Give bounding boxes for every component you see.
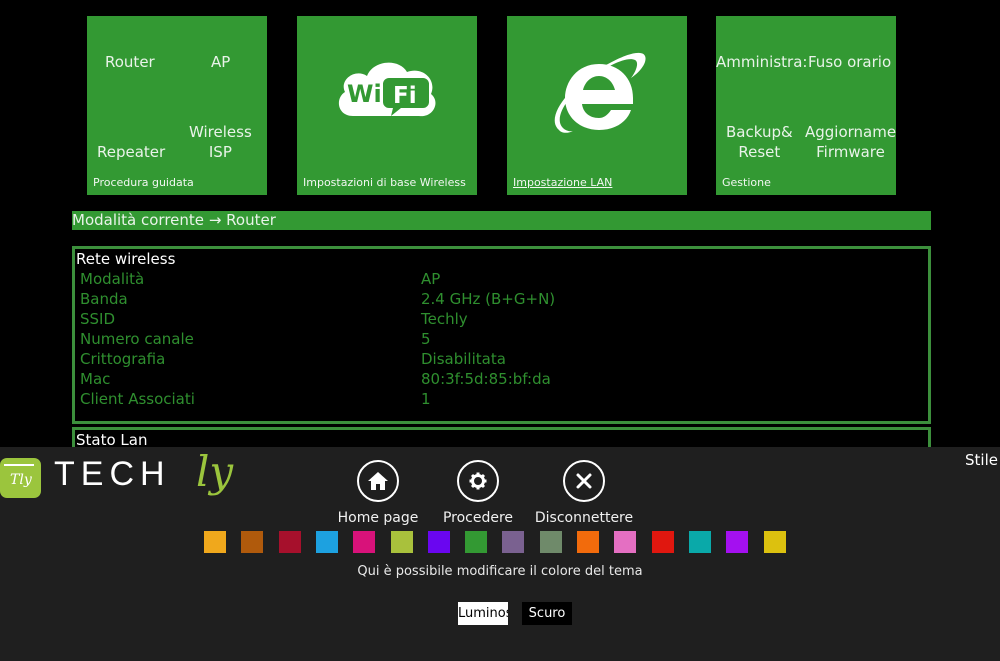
mode-label: Modalità corrente <box>72 211 205 229</box>
row-key: Numero canale <box>80 330 194 348</box>
row-value: Techly <box>421 310 468 328</box>
tile-caption: Gestione <box>722 176 771 189</box>
theme-color-swatch[interactable] <box>539 531 562 553</box>
theme-color-swatch[interactable] <box>278 531 301 553</box>
row-value: 5 <box>421 330 431 348</box>
style-dark-label: Scuro <box>528 606 566 621</box>
tile-caption-link[interactable]: Impostazione LAN <box>513 176 612 189</box>
logo-text: TECH <box>54 455 171 493</box>
logo-badge: Tly <box>0 458 41 498</box>
wizard-option-ap[interactable]: AP <box>211 52 230 72</box>
panel-title: Rete wireless <box>76 250 176 268</box>
home-icon <box>357 460 399 502</box>
theme-color-swatch[interactable] <box>726 531 749 553</box>
row-value: 2.4 GHz (B+G+N) <box>421 290 556 308</box>
wifi-icon: Wi Fi <box>338 62 436 117</box>
backup-line1: Backup& <box>726 123 793 141</box>
row-key: Mac <box>80 370 111 388</box>
style-heading: Stile <box>965 451 998 469</box>
tile-wizard[interactable]: Router AP Repeater Wireless ISP Procedur… <box>87 16 267 195</box>
wizard-option-wisp[interactable]: Wireless ISP <box>189 122 252 162</box>
mode-value: Router <box>226 211 276 229</box>
row-value: 80:3f:5d:85:bf:da <box>421 370 551 388</box>
home-page-button[interactable]: Home page <box>336 460 420 526</box>
wizard-option-router[interactable]: Router <box>105 52 155 72</box>
gear-icon <box>457 460 499 502</box>
theme-color-swatch[interactable] <box>614 531 637 553</box>
style-light-label: Luminoso <box>458 606 508 621</box>
backup-line2: Reset <box>738 143 781 161</box>
theme-hint-text: Qui è possibile modificare il colore del… <box>357 564 643 579</box>
wisp-line1: Wireless <box>189 123 252 141</box>
tile-caption: Procedura guidata <box>93 176 194 189</box>
wifi-text-wi: Wi <box>347 80 382 108</box>
row-key: SSID <box>80 310 116 328</box>
theme-color-swatch[interactable] <box>465 531 488 553</box>
tile-lan[interactable]: Impostazione LAN <box>507 16 687 195</box>
theme-bar: Tly TECH ly Home page Procedere Disconne… <box>0 447 1000 661</box>
theme-color-swatch[interactable] <box>651 531 674 553</box>
mgmt-option-backup[interactable]: Backup& Reset <box>726 122 793 162</box>
wisp-line2: ISP <box>208 143 232 161</box>
theme-color-swatch[interactable] <box>353 531 376 553</box>
status-row: SSID Techly <box>75 310 928 330</box>
theme-color-swatch[interactable] <box>577 531 599 553</box>
row-key: Banda <box>80 290 128 308</box>
proceed-button[interactable]: Procedere <box>440 460 516 526</box>
mgmt-option-timezone[interactable]: Fuso orario <box>808 52 891 72</box>
disconnect-button[interactable]: Disconnettere <box>532 460 636 526</box>
internet-explorer-icon <box>554 52 646 133</box>
status-row: Numero canale 5 <box>75 330 928 350</box>
style-dark-button[interactable]: Scuro <box>522 602 572 625</box>
proceed-label: Procedere <box>442 510 514 526</box>
status-row: Client Associati 1 <box>75 390 928 410</box>
status-row: Modalità AP <box>75 270 928 290</box>
logo-badge-text: Tly <box>10 472 32 488</box>
wireless-status-panel: Rete wireless Modalità AP Banda 2.4 GHz (B… <box>72 246 931 424</box>
mgmt-option-admin[interactable]: Amministra: <box>716 52 807 72</box>
techly-logo: Tly TECH ly <box>0 447 250 507</box>
row-key: Crittografia <box>80 350 166 368</box>
mode-arrow: → <box>208 211 222 229</box>
theme-color-swatch[interactable] <box>390 531 413 553</box>
theme-color-swatch[interactable] <box>763 531 786 553</box>
tile-management[interactable]: Amministra: Fuso orario Backup& Reset Ag… <box>716 16 896 195</box>
theme-color-swatch[interactable] <box>688 531 711 553</box>
status-row: Mac 80:3f:5d:85:bf:da <box>75 370 928 390</box>
firmware-line2: Firmware <box>816 143 885 161</box>
firmware-line1: Aggiorname <box>805 123 896 141</box>
row-value: AP <box>421 270 441 288</box>
row-key: Modalità <box>80 270 145 288</box>
home-page-label: Home page <box>337 510 419 526</box>
mgmt-option-firmware[interactable]: Aggiorname Firmware <box>805 122 896 162</box>
row-value: 1 <box>421 390 431 408</box>
style-light-button[interactable]: Luminoso <box>458 602 508 625</box>
wifi-text-fi: Fi <box>393 83 417 109</box>
close-icon <box>563 460 605 502</box>
theme-color-swatch[interactable] <box>427 531 450 553</box>
status-row: Banda 2.4 GHz (B+G+N) <box>75 290 928 310</box>
tile-caption: Impostazioni di base Wireless <box>303 176 466 189</box>
logo-suffix: ly <box>196 447 234 496</box>
theme-color-swatch[interactable] <box>204 531 226 553</box>
status-row: Crittografia Disabilitata <box>75 350 928 370</box>
current-mode-bar: Modalità corrente → Router <box>72 211 931 230</box>
wizard-option-repeater[interactable]: Repeater <box>97 142 165 162</box>
disconnect-label: Disconnettere <box>534 510 634 526</box>
theme-color-swatch[interactable] <box>502 531 525 553</box>
theme-color-swatch[interactable] <box>241 531 264 553</box>
row-value: Disabilitata <box>421 350 506 368</box>
tile-wireless[interactable]: Wi Fi Impostazioni di base Wireless <box>297 16 477 195</box>
row-key: Client Associati <box>80 390 195 408</box>
theme-color-swatch[interactable] <box>315 531 338 553</box>
